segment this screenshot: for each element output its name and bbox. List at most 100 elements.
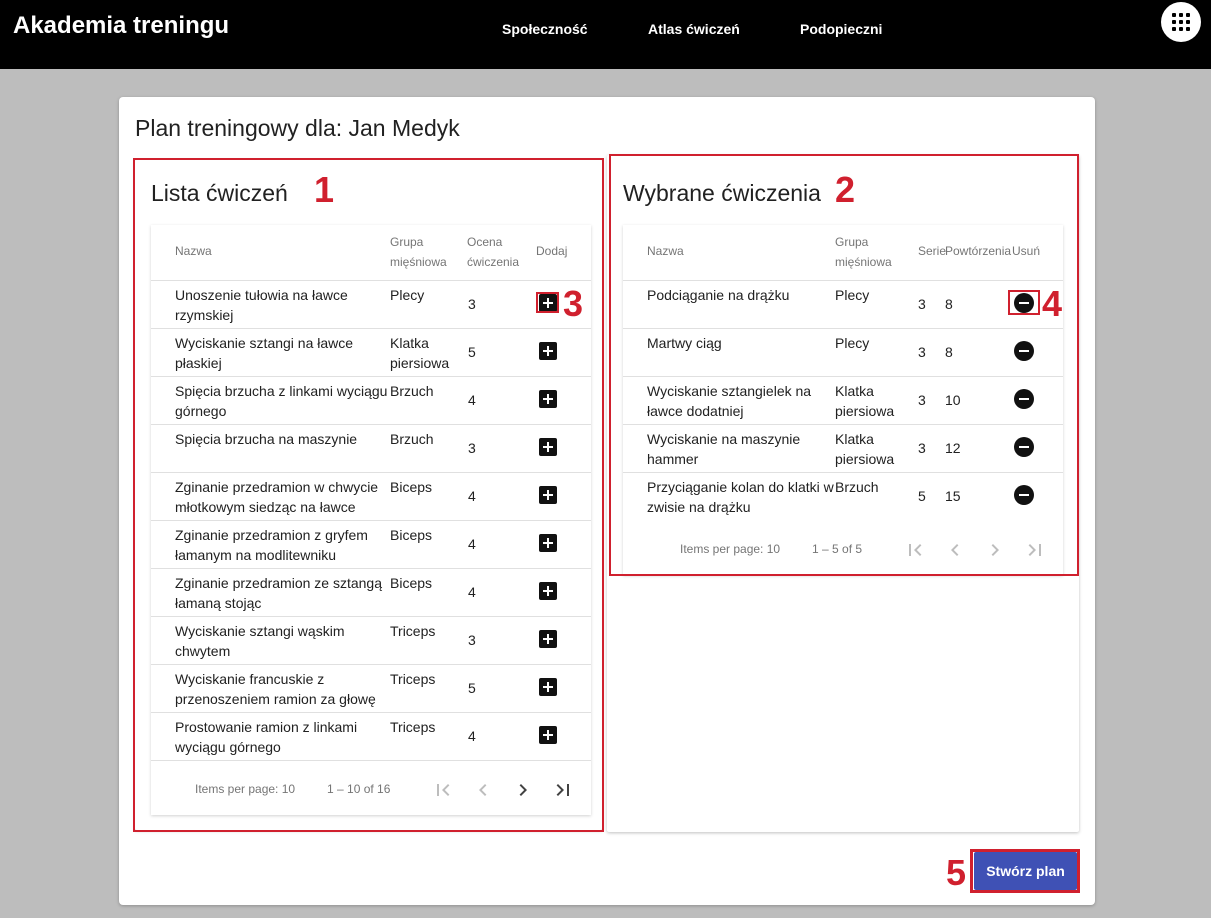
last-page-icon bbox=[556, 784, 569, 796]
row-divider bbox=[151, 664, 591, 665]
row-divider bbox=[151, 520, 591, 521]
sets-value: 5 bbox=[918, 488, 926, 504]
exercise-name: Zginanie przedramion w chwycie młotkowym… bbox=[175, 479, 379, 515]
chevron-left-icon bbox=[479, 784, 487, 796]
apps-menu-button[interactable] bbox=[1161, 2, 1201, 42]
row-divider bbox=[623, 328, 1063, 329]
sets-value: 3 bbox=[918, 296, 926, 312]
exercise-rating: 3 bbox=[468, 440, 476, 456]
muscle-group: Klatka piersiowa bbox=[390, 335, 450, 371]
row-divider bbox=[151, 568, 591, 569]
apps-grid-icon bbox=[1172, 13, 1190, 31]
add-exercise-button[interactable] bbox=[539, 726, 557, 744]
chevron-right-icon bbox=[991, 544, 999, 556]
create-plan-button[interactable]: Stwórz plan bbox=[974, 852, 1077, 890]
add-exercise-button[interactable] bbox=[539, 630, 557, 648]
nav-community[interactable]: Społeczność bbox=[502, 21, 588, 37]
row-divider bbox=[151, 616, 591, 617]
remove-exercise-button[interactable] bbox=[1014, 341, 1034, 361]
add-exercise-button[interactable] bbox=[539, 534, 557, 552]
row-divider bbox=[151, 328, 591, 329]
add-exercise-button[interactable] bbox=[539, 486, 557, 504]
col-header-group[interactable]: Grupa mięśniowa bbox=[835, 232, 905, 272]
exercise-name: Wyciskanie na maszynie hammer bbox=[647, 431, 801, 467]
col-header-name[interactable]: Nazwa bbox=[175, 241, 212, 261]
remove-exercise-button[interactable] bbox=[1014, 389, 1034, 409]
col-header-group[interactable]: Grupa mięśniowa bbox=[390, 232, 460, 272]
first-page-button[interactable] bbox=[903, 538, 927, 562]
row-divider bbox=[151, 424, 591, 425]
sets-value: 3 bbox=[918, 344, 926, 360]
exercise-name: Wyciskanie sztangi na ławce płaskiej bbox=[175, 335, 354, 371]
exercise-name: Zginanie przedramion z gryfem łamanym na… bbox=[175, 527, 368, 563]
first-page-button[interactable] bbox=[431, 778, 455, 802]
row-divider bbox=[151, 760, 591, 761]
col-header-reps[interactable]: Powtórzenia bbox=[945, 241, 1011, 261]
exercise-rating: 5 bbox=[468, 680, 476, 696]
muscle-group: Brzuch bbox=[390, 383, 434, 399]
col-header-add: Dodaj bbox=[536, 244, 568, 258]
muscle-group: Brzuch bbox=[835, 479, 879, 495]
remove-exercise-button[interactable] bbox=[1014, 293, 1034, 313]
remove-exercise-button[interactable] bbox=[1014, 485, 1034, 505]
muscle-group: Biceps bbox=[390, 575, 433, 591]
next-page-button[interactable] bbox=[983, 538, 1007, 562]
muscle-group: Brzuch bbox=[390, 431, 434, 447]
col-header-rating[interactable]: Ocena ćwiczenia bbox=[467, 232, 531, 272]
header-divider bbox=[623, 280, 1063, 281]
col-header-sets[interactable]: Serie bbox=[918, 241, 946, 261]
app-title[interactable]: Akademia treningu bbox=[13, 12, 229, 40]
reps-value: 10 bbox=[945, 392, 961, 408]
items-per-page-label[interactable]: Items per page: 10 bbox=[680, 542, 780, 556]
items-per-page-label[interactable]: Items per page: 10 bbox=[195, 782, 295, 796]
col-header-name[interactable]: Nazwa bbox=[647, 241, 684, 261]
row-divider bbox=[151, 472, 591, 473]
exercise-name: Wyciskanie sztangielek na ławce dodatnie… bbox=[647, 383, 812, 419]
page-range-label: 1 – 5 of 5 bbox=[812, 542, 863, 556]
header-divider bbox=[151, 280, 591, 281]
add-exercise-button[interactable] bbox=[539, 678, 557, 696]
muscle-group: Klatka piersiowa bbox=[835, 383, 895, 419]
remove-exercise-button[interactable] bbox=[1014, 437, 1034, 457]
add-exercise-button[interactable] bbox=[539, 294, 557, 312]
sets-value: 3 bbox=[918, 440, 926, 456]
last-page-button[interactable] bbox=[551, 778, 575, 802]
add-exercise-button[interactable] bbox=[539, 342, 557, 360]
row-divider bbox=[151, 376, 591, 377]
muscle-group: Plecy bbox=[390, 287, 425, 303]
first-page-icon bbox=[909, 544, 922, 556]
sets-value: 3 bbox=[918, 392, 926, 408]
nav-trainees[interactable]: Podopieczni bbox=[800, 21, 882, 37]
top-app-bar: Akademia treningu Społeczność Atlas ćwic… bbox=[0, 0, 1211, 69]
exercise-name: Zginanie przedramion ze sztangą łamaną s… bbox=[175, 575, 383, 611]
exercise-name: Martwy ciąg bbox=[647, 335, 722, 351]
exercise-rating: 4 bbox=[468, 488, 476, 504]
exercise-rating: 3 bbox=[468, 632, 476, 648]
exercise-name: Spięcia brzucha na maszynie bbox=[175, 431, 358, 447]
muscle-group: Plecy bbox=[835, 335, 870, 351]
exercise-rating: 5 bbox=[468, 344, 476, 360]
prev-page-button[interactable] bbox=[943, 538, 967, 562]
exercise-rating: 4 bbox=[468, 392, 476, 408]
chevron-left-icon bbox=[951, 544, 959, 556]
prev-page-button[interactable] bbox=[471, 778, 495, 802]
add-exercise-button[interactable] bbox=[539, 390, 557, 408]
add-exercise-button[interactable] bbox=[539, 582, 557, 600]
exercise-rating: 4 bbox=[468, 536, 476, 552]
row-divider bbox=[151, 712, 591, 713]
last-page-button[interactable] bbox=[1023, 538, 1047, 562]
next-page-button[interactable] bbox=[511, 778, 535, 802]
add-exercise-button[interactable] bbox=[539, 438, 557, 456]
reps-value: 15 bbox=[945, 488, 961, 504]
nav-exercise-atlas[interactable]: Atlas ćwiczeń bbox=[648, 21, 740, 37]
muscle-group: Biceps bbox=[390, 479, 433, 495]
muscle-group: Plecy bbox=[835, 287, 870, 303]
exercise-name: Wyciskanie francuskie z przenoszeniem ra… bbox=[175, 671, 376, 707]
col-header-remove: Usuń bbox=[1012, 244, 1041, 258]
muscle-group: Triceps bbox=[390, 623, 436, 639]
page-title: Plan treningowy dla: Jan Medyk bbox=[135, 115, 460, 141]
muscle-group: Biceps bbox=[390, 527, 433, 543]
row-divider bbox=[623, 424, 1063, 425]
muscle-group: Triceps bbox=[390, 671, 436, 687]
exercise-name: Spięcia brzucha z linkami wyciągu górneg… bbox=[175, 383, 388, 419]
